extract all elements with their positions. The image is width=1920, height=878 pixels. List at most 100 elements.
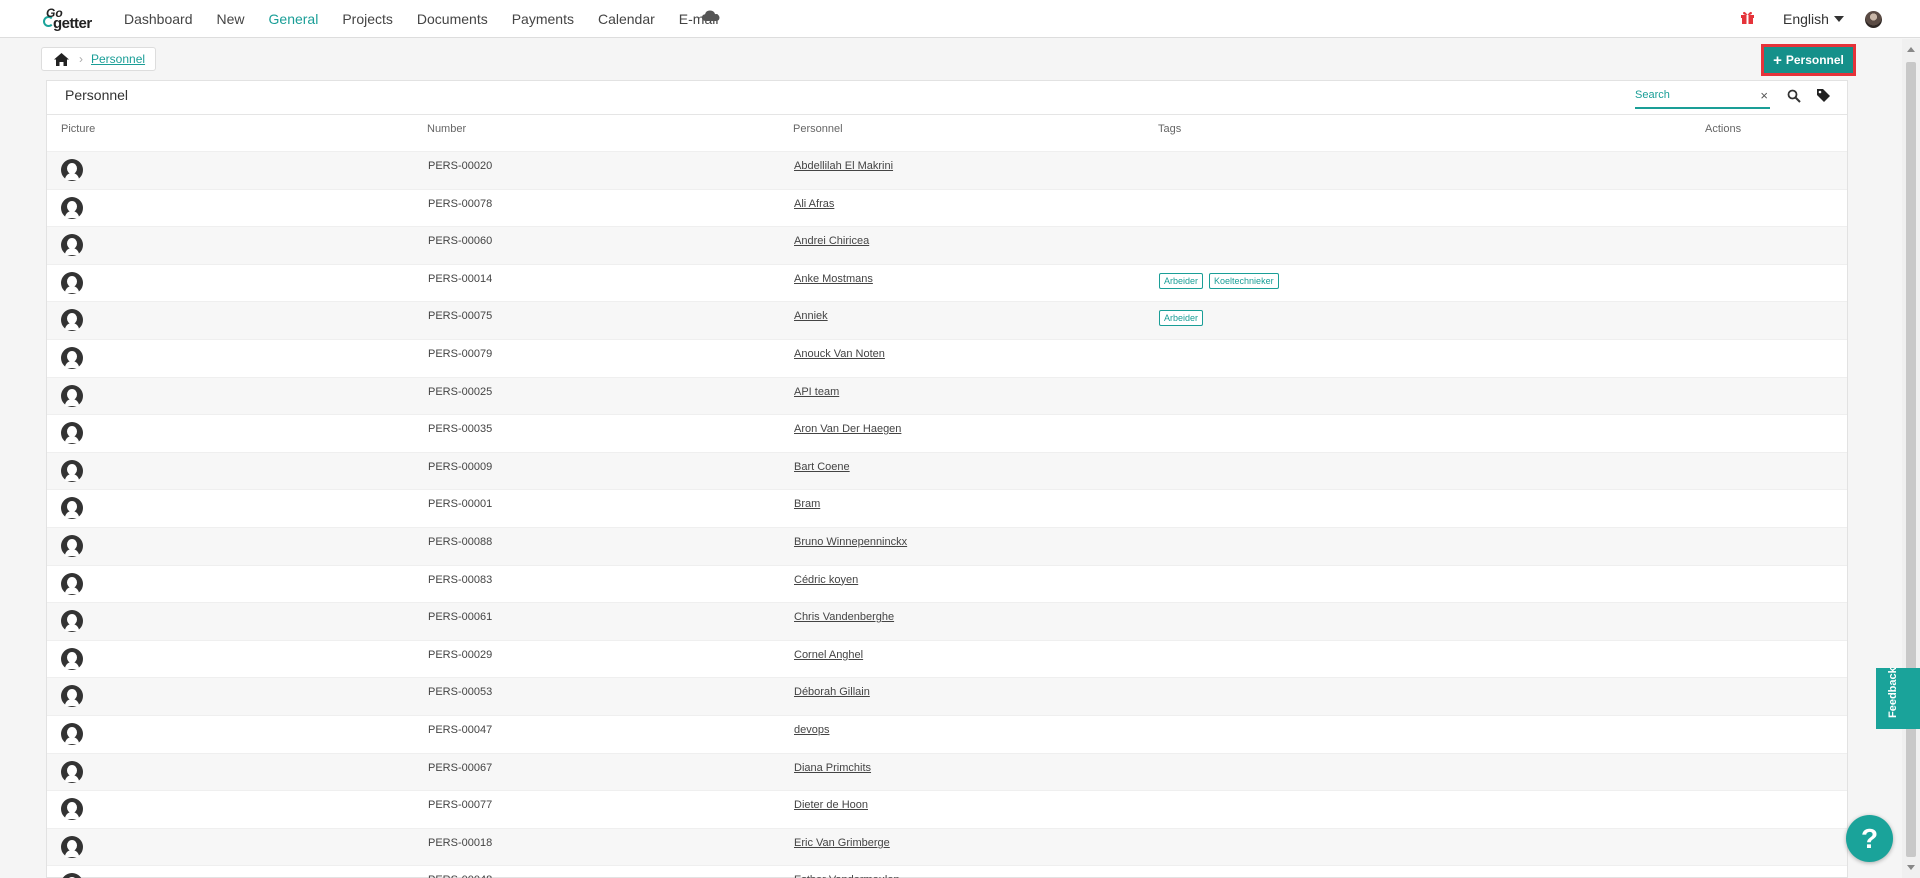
search-icon[interactable]: [1787, 89, 1801, 103]
scroll-down-icon[interactable]: [1907, 865, 1915, 870]
table-row[interactable]: PERS-00075 Anniek Arbeider: [47, 301, 1847, 339]
personnel-name-link[interactable]: devops: [794, 724, 829, 736]
feedback-label: Feedback: [1887, 667, 1899, 718]
table-row[interactable]: PERS-00009 Bart Coene: [47, 451, 1847, 490]
gogetter-logo[interactable]: Go getter: [43, 6, 101, 32]
personnel-name-link[interactable]: Esther Vandermeulen: [794, 874, 900, 878]
feedback-tab[interactable]: Feedback: [1876, 667, 1920, 729]
cloud-icon[interactable]: [702, 10, 720, 22]
avatar-placeholder-icon: [61, 647, 83, 670]
help-button[interactable]: ?: [1846, 815, 1893, 862]
clear-icon[interactable]: ×: [1760, 88, 1768, 103]
table-row[interactable]: PERS-00053 Déborah Gillain: [47, 677, 1847, 715]
column-header-personnel: Personnel: [793, 123, 843, 135]
personnel-table-body: PERS-00020 Abdellilah El Makrini PERS-0007…: [47, 151, 1847, 878]
user-avatar[interactable]: [1865, 11, 1882, 28]
personnel-number: PERS-00014: [428, 272, 493, 285]
personnel-name-link[interactable]: Andrei Chiricea: [794, 235, 869, 247]
nav-item-dashboard[interactable]: Dashboard: [124, 11, 193, 27]
avatar-placeholder-icon: [61, 422, 83, 445]
scroll-up-icon[interactable]: [1907, 47, 1915, 52]
personnel-name-link[interactable]: Anke Mostmans: [794, 273, 873, 285]
chevron-down-icon: [1833, 16, 1844, 22]
table-row[interactable]: PERS-00048 Esther Vandermeulen: [47, 865, 1847, 878]
personnel-name-link[interactable]: Déborah Gillain: [794, 686, 870, 698]
column-header-tags: Tags: [1158, 123, 1182, 135]
personnel-number: PERS-00075: [428, 310, 493, 323]
personnel-name-link[interactable]: Cornel Anghel: [794, 649, 863, 661]
personnel-number: PERS-00035: [428, 423, 493, 436]
nav-item-new[interactable]: New: [217, 11, 245, 27]
tag-list: Arbeider Koeltechnieker: [1159, 272, 1285, 289]
breadcrumb-personnel-link[interactable]: Personnel: [91, 52, 145, 66]
tag-badge[interactable]: Arbeider: [1159, 272, 1204, 289]
personnel-name-link[interactable]: Bruno Winnepenninckx: [794, 536, 907, 548]
nav-item-payments[interactable]: Payments: [512, 11, 574, 27]
table-row[interactable]: PERS-00067 Diana Primchits: [47, 752, 1847, 791]
breadcrumb: › Personnel: [41, 47, 157, 71]
table-row[interactable]: PERS-00060 Andrei Chiricea: [47, 226, 1847, 264]
table-row[interactable]: PERS-00079 Anouck Van Noten: [47, 338, 1847, 377]
personnel-number: PERS-00001: [428, 498, 493, 511]
table-row[interactable]: PERS-00029 Cornel Anghel: [47, 639, 1847, 678]
table-row[interactable]: PERS-00025 API team: [47, 376, 1847, 415]
personnel-name-link[interactable]: Cédric koyen: [794, 574, 858, 586]
add-personnel-button[interactable]: + Personnel: [1761, 44, 1856, 76]
personnel-name-link[interactable]: Aron Van Der Haegen: [794, 423, 901, 435]
nav-item-calendar[interactable]: Calendar: [598, 11, 655, 27]
avatar-placeholder-icon: [61, 798, 83, 821]
personnel-panel: Personnel × Picture Number Personnel Tag…: [46, 80, 1848, 878]
personnel-name-link[interactable]: Bart Coene: [794, 461, 850, 473]
scrollbar-thumb[interactable]: [1906, 62, 1916, 857]
personnel-number: PERS-00060: [428, 235, 493, 248]
personnel-name-link[interactable]: Anniek: [794, 310, 828, 322]
table-row[interactable]: PERS-00047 devops: [47, 714, 1847, 753]
personnel-number: PERS-00067: [428, 761, 493, 774]
personnel-name-link[interactable]: Chris Vandenberghe: [794, 611, 894, 623]
logo-text-bottom: getter: [53, 15, 92, 32]
table-row[interactable]: PERS-00078 Ali Afras: [47, 188, 1847, 227]
search-input[interactable]: [1635, 89, 1745, 101]
tag-badge[interactable]: Arbeider: [1159, 310, 1204, 327]
personnel-number: PERS-00083: [428, 573, 493, 586]
avatar-placeholder-icon: [61, 459, 83, 482]
avatar-placeholder-icon: [61, 610, 83, 633]
table-row[interactable]: PERS-00020 Abdellilah El Makrini: [47, 151, 1847, 189]
language-dropdown[interactable]: English: [1783, 11, 1844, 27]
plus-icon: +: [1773, 51, 1782, 69]
nav-item-documents[interactable]: Documents: [417, 11, 488, 27]
table-row[interactable]: PERS-00035 Aron Van Der Haegen: [47, 414, 1847, 452]
nav-item-projects[interactable]: Projects: [342, 11, 393, 27]
search-box: ×: [1635, 85, 1770, 109]
table-header: Picture Number Personnel Tags Actions: [47, 123, 1847, 143]
personnel-name-link[interactable]: Dieter de Hoon: [794, 799, 868, 811]
table-row[interactable]: PERS-00088 Bruno Winnepenninckx: [47, 526, 1847, 565]
avatar-placeholder-icon: [61, 497, 83, 520]
personnel-name-link[interactable]: API team: [794, 386, 839, 398]
home-icon[interactable]: [54, 52, 69, 66]
avatar-placeholder-icon: [61, 760, 83, 783]
personnel-number: PERS-00078: [428, 197, 493, 210]
personnel-number: PERS-00088: [428, 535, 493, 548]
tag-icon[interactable]: [1816, 88, 1831, 103]
table-row[interactable]: PERS-00083 Cédric koyen: [47, 564, 1847, 603]
table-row[interactable]: PERS-00018 Eric Van Grimberge: [47, 827, 1847, 866]
nav-item-general[interactable]: General: [269, 11, 319, 27]
table-row[interactable]: PERS-00061 Chris Vandenberghe: [47, 602, 1847, 640]
personnel-name-link[interactable]: Abdellilah El Makrini: [794, 160, 893, 172]
tag-list: Arbeider: [1159, 310, 1209, 327]
avatar-placeholder-icon: [61, 572, 83, 595]
table-row[interactable]: PERS-00077 Dieter de Hoon: [47, 790, 1847, 828]
personnel-name-link[interactable]: Eric Van Grimberge: [794, 837, 890, 849]
gift-icon[interactable]: [1740, 10, 1755, 25]
page-scrollbar[interactable]: [1902, 39, 1920, 878]
personnel-name-link[interactable]: Bram: [794, 498, 820, 510]
personnel-name-link[interactable]: Ali Afras: [794, 198, 834, 210]
table-row[interactable]: PERS-00014 Anke Mostmans Arbeider Koeltechn…: [47, 263, 1847, 302]
panel-title: Personnel: [65, 87, 129, 103]
tag-badge[interactable]: Koeltechnieker: [1209, 272, 1279, 289]
add-personnel-label: Personnel: [1785, 53, 1844, 67]
personnel-name-link[interactable]: Diana Primchits: [794, 762, 871, 774]
table-row[interactable]: PERS-00001 Bram: [47, 489, 1847, 527]
personnel-name-link[interactable]: Anouck Van Noten: [794, 348, 885, 360]
